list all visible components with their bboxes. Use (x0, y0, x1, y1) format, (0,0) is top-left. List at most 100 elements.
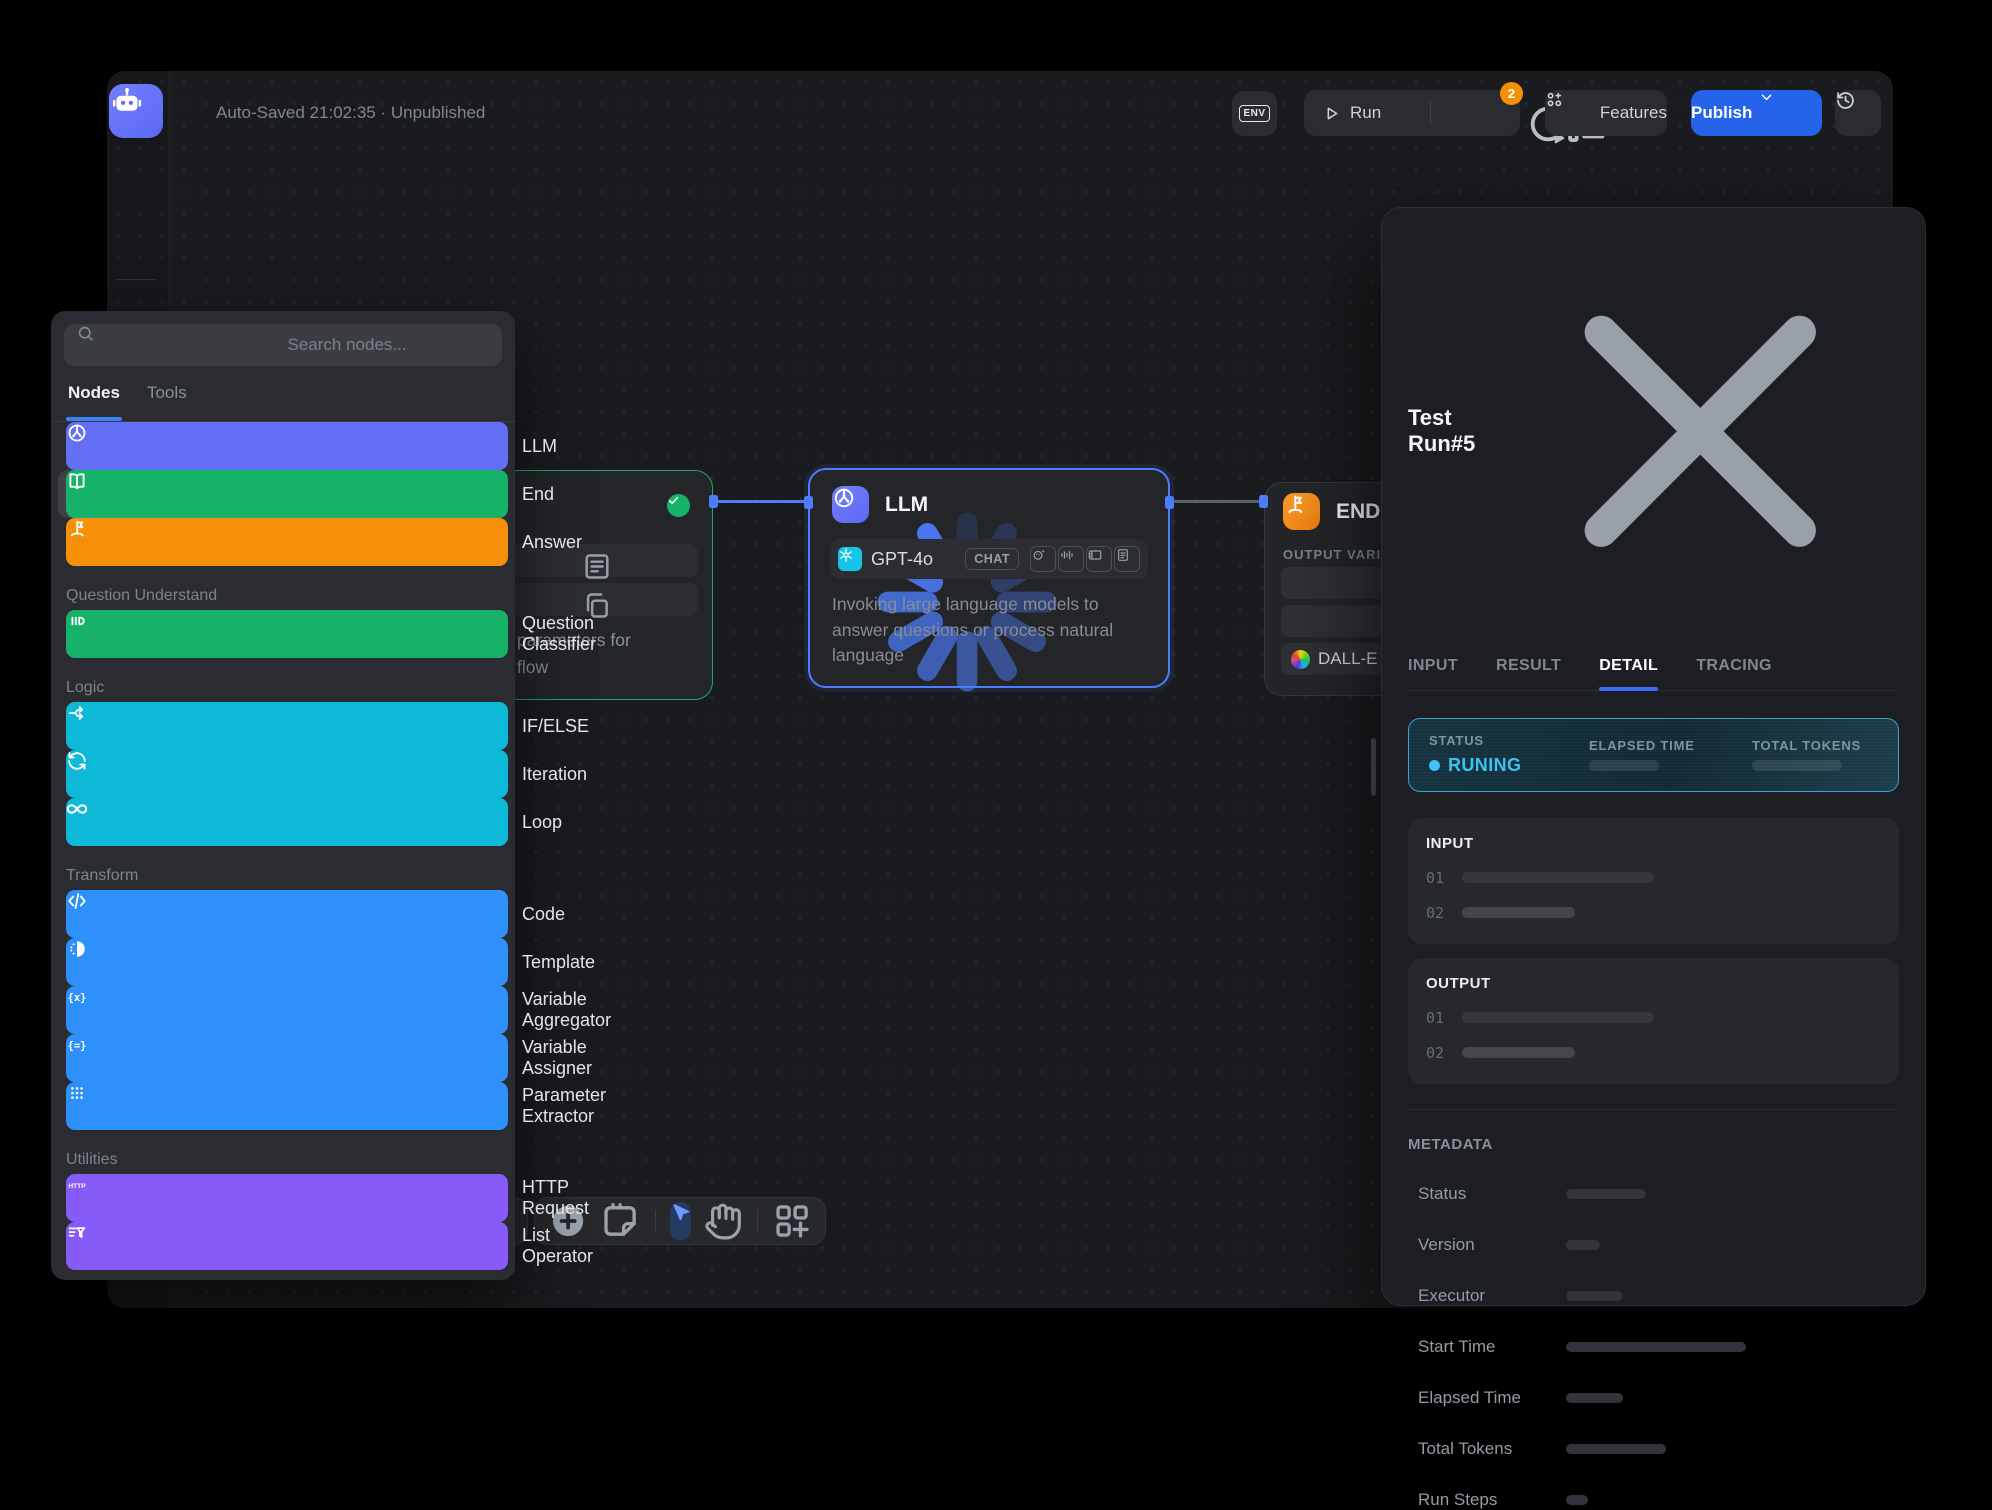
node-item-template[interactable]: Template (58, 938, 508, 986)
node-item-variable-aggregator[interactable]: {x}Variable Aggregator (58, 986, 508, 1034)
metadata-row-version: Version (1408, 1235, 1899, 1255)
row-number: 01 (1426, 1009, 1444, 1027)
input-title: INPUT (1426, 835, 1881, 852)
input-rows: 01 02 (1426, 869, 1881, 922)
pointer-tool-active[interactable] (670, 1202, 691, 1240)
note-add-icon[interactable] (599, 1198, 641, 1244)
output-variables-label: OUTPUT VARIA (1283, 547, 1392, 562)
start-node-field-row[interactable] (510, 583, 698, 616)
canvas-scrollbar[interactable] (1371, 738, 1376, 796)
skeleton-bar (1566, 1342, 1746, 1352)
node-item-question-classifier[interactable]: Question Classifier (58, 610, 508, 658)
flag-icon (1283, 493, 1320, 530)
run-panel-tabs: INPUT RESULT DETAIL TRACING (1408, 657, 1899, 691)
skeleton-bar (1566, 1291, 1623, 1301)
node-item-code[interactable]: Code (58, 890, 508, 938)
autosave-status: Auto-Saved 21:02:35 · Unpublished (216, 103, 485, 123)
end-icon (66, 470, 508, 518)
template-icon (66, 938, 508, 986)
node-item-http-request[interactable]: HTTPHTTP Request (58, 1174, 508, 1222)
metadata-label: Version (1418, 1235, 1566, 1255)
tab-tracing[interactable]: TRACING (1696, 657, 1772, 675)
model-selector[interactable]: GPT-4o CHAT (830, 539, 1148, 579)
io-row: 02 (1426, 1044, 1881, 1062)
input-port[interactable] (804, 496, 813, 509)
node-item-label: Answer (522, 532, 582, 553)
tab-tools[interactable]: Tools (147, 383, 187, 421)
node-item-if-else[interactable]: IF/ELSE (58, 702, 508, 750)
iteration-icon (66, 750, 508, 798)
env-icon: ENV (1239, 105, 1269, 122)
output-port[interactable] (1165, 496, 1174, 509)
close-icon[interactable] (1502, 233, 1899, 630)
node-item-iteration[interactable]: Iteration (58, 750, 508, 798)
node-item-label: LLM (522, 436, 557, 457)
tab-detail[interactable]: DETAIL (1599, 657, 1658, 675)
layout-icon[interactable] (771, 1198, 813, 1244)
status-card: STATUSRUNINGELAPSED TIMETOTAL TOKENS (1408, 718, 1899, 792)
search-box[interactable] (64, 324, 502, 366)
section-transform: Transform (58, 862, 508, 890)
row-number: 02 (1426, 904, 1444, 922)
skeleton-bar (1462, 1012, 1654, 1023)
app-logo[interactable] (109, 84, 163, 138)
hand-icon[interactable] (701, 1198, 743, 1244)
node-item-label: Iteration (522, 764, 587, 785)
input-port[interactable] (1259, 495, 1268, 508)
metadata-label: Executor (1418, 1286, 1566, 1306)
node-item-llm[interactable]: LLM (58, 422, 508, 470)
svg-text:HTTP: HTTP (68, 1183, 86, 1190)
llm-node[interactable]: LLM GPT-4o CHAT Invoking large language … (808, 468, 1170, 688)
pointer-icon (670, 1202, 691, 1240)
status-dot (1429, 760, 1440, 771)
output-port[interactable] (709, 495, 718, 508)
output-title: OUTPUT (1426, 975, 1881, 992)
metadata-row-executor: Executor (1408, 1286, 1899, 1306)
status-value: RUNING (1429, 755, 1589, 776)
skeleton-bar (1566, 1189, 1646, 1199)
tab-result[interactable]: RESULT (1496, 657, 1561, 675)
status-col-elapsed-time: ELAPSED TIME (1589, 719, 1752, 791)
node-list: LLMEndAnswerQuestion UnderstandQuestion … (58, 422, 508, 1270)
metadata-row-run-steps: Run Steps (1408, 1490, 1899, 1510)
node-item-loop[interactable]: Loop (58, 798, 508, 846)
run-button-group[interactable]: Run (1304, 90, 1520, 136)
io-row: 01 (1426, 869, 1881, 887)
tab-input[interactable]: INPUT (1408, 657, 1458, 675)
metadata-row-status: Status (1408, 1184, 1899, 1204)
openai-icon (838, 547, 862, 571)
edge-llm-to-end[interactable] (1172, 500, 1264, 503)
dalle-icon (1291, 650, 1310, 669)
node-item-list-operator[interactable]: List Operator (58, 1222, 508, 1270)
answer-icon (66, 518, 508, 566)
features-button[interactable]: Features (1545, 90, 1667, 136)
publish-button[interactable]: Publish (1691, 90, 1822, 136)
status-col-status: STATUS RUNING (1429, 719, 1589, 791)
metadata-row-elapsed-time: Elapsed Time (1408, 1388, 1899, 1408)
model-name: GPT-4o (871, 549, 956, 570)
search-input[interactable] (286, 334, 491, 356)
notifications-badge: 2 (1500, 82, 1523, 105)
run-button[interactable]: Run (1304, 103, 1381, 123)
svg-text:{=}: {=} (67, 1040, 86, 1052)
http-request-icon: HTTP (66, 1174, 508, 1222)
skeleton-bar (1462, 907, 1575, 918)
node-item-parameter-extractor[interactable]: Parameter Extractor (58, 1082, 508, 1130)
node-item-label: Code (522, 904, 565, 925)
success-check-badge (667, 494, 690, 517)
node-item-answer[interactable]: Answer (58, 518, 508, 566)
variable-label: DALL-E (1318, 649, 1378, 669)
start-node[interactable]: parameters for flow (500, 470, 713, 700)
metadata-label: Start Time (1418, 1337, 1566, 1357)
node-item-variable-assigner[interactable]: {=}Variable Assigner (58, 1034, 508, 1082)
node-item-end[interactable]: End (58, 470, 508, 518)
metadata-label: Total Tokens (1418, 1439, 1566, 1459)
input-card: INPUT 01 02 (1408, 818, 1899, 944)
node-item-label: Question Classifier (522, 613, 596, 655)
version-history-button[interactable] (1835, 90, 1881, 136)
row-number: 01 (1426, 869, 1444, 887)
env-button[interactable]: ENV (1232, 91, 1277, 136)
tab-nodes[interactable]: Nodes (68, 383, 120, 421)
status-col-label: STATUS (1429, 733, 1589, 748)
svg-text:{x}: {x} (67, 992, 86, 1004)
